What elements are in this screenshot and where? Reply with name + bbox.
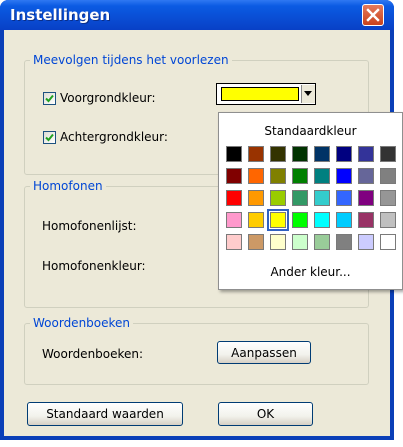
customize-button-label: Aanpassen (231, 345, 297, 360)
color-swatch[interactable] (248, 168, 264, 184)
color-swatch[interactable] (380, 212, 396, 228)
customize-button[interactable]: Aanpassen (217, 341, 311, 364)
color-swatch[interactable] (270, 190, 286, 206)
color-swatch[interactable] (270, 168, 286, 184)
checkmark-icon (45, 94, 54, 103)
color-swatch[interactable] (226, 190, 242, 206)
standard-color-title: Standaardkleur (264, 124, 357, 138)
chevron-down-icon (304, 91, 312, 96)
close-button[interactable] (362, 4, 384, 26)
color-swatch[interactable] (336, 190, 352, 206)
background-checkbox[interactable] (43, 131, 56, 144)
color-swatch[interactable] (314, 146, 330, 162)
color-swatch[interactable] (380, 146, 396, 162)
color-swatch[interactable] (358, 190, 374, 206)
homophones-group-title: Homofonen (30, 179, 106, 193)
more-colors-link[interactable]: Ander kleur... (219, 265, 402, 279)
foreground-label: Voorgrondkleur: (60, 91, 156, 105)
color-swatch[interactable] (270, 234, 286, 250)
color-swatch[interactable] (336, 168, 352, 184)
color-swatch[interactable] (336, 234, 352, 250)
follow-group-title: Meevolgen tijdens het voorlezen (30, 53, 232, 67)
color-swatch[interactable] (358, 212, 374, 228)
color-swatch[interactable] (358, 168, 374, 184)
color-swatch[interactable] (292, 234, 308, 250)
dictionaries-group-title: Woordenboeken (30, 316, 134, 330)
close-icon (366, 8, 380, 22)
color-swatch[interactable] (248, 146, 264, 162)
color-palette-popup: Standaardkleur Ander kleur... (218, 112, 403, 290)
color-swatch[interactable] (314, 212, 330, 228)
color-swatch[interactable] (248, 234, 264, 250)
title-bar[interactable]: Instellingen (0, 0, 394, 30)
homophones-color-label: Homofonenkleur: (42, 259, 146, 273)
color-swatch[interactable] (380, 190, 396, 206)
color-swatch[interactable] (292, 190, 308, 206)
color-dropdown-button[interactable] (301, 85, 315, 103)
checkmark-icon (45, 133, 54, 142)
selected-color-swatch (221, 87, 299, 101)
color-swatch[interactable] (314, 168, 330, 184)
defaults-button[interactable]: Standaard waarden (27, 402, 183, 426)
color-swatch[interactable] (314, 190, 330, 206)
window-title: Instellingen (10, 6, 111, 24)
color-swatch[interactable] (226, 146, 242, 162)
color-swatch[interactable] (292, 212, 308, 228)
ok-button[interactable]: OK (218, 402, 313, 426)
homophones-list-label: Homofonenlijst: (42, 219, 137, 233)
color-swatch[interactable] (248, 190, 264, 206)
color-swatch[interactable] (358, 234, 374, 250)
defaults-button-label: Standaard waarden (46, 407, 164, 421)
color-swatch[interactable] (248, 212, 264, 228)
color-swatch[interactable] (226, 212, 242, 228)
color-swatch[interactable] (226, 168, 242, 184)
color-swatch[interactable] (267, 209, 289, 231)
background-label: Achtergrondkleur: (60, 130, 168, 144)
color-swatch[interactable] (336, 212, 352, 228)
color-swatch[interactable] (292, 168, 308, 184)
color-swatch[interactable] (270, 146, 286, 162)
foreground-checkbox[interactable] (43, 92, 56, 105)
color-swatch[interactable] (380, 168, 396, 184)
color-swatch[interactable] (358, 146, 374, 162)
foreground-color-picker[interactable] (216, 83, 316, 105)
color-swatch[interactable] (336, 146, 352, 162)
color-swatch[interactable] (380, 234, 396, 250)
dictionaries-label: Woordenboeken: (42, 347, 144, 361)
color-swatch[interactable] (226, 234, 242, 250)
color-swatch[interactable] (292, 146, 308, 162)
color-swatch[interactable] (314, 234, 330, 250)
ok-button-label: OK (256, 407, 275, 421)
